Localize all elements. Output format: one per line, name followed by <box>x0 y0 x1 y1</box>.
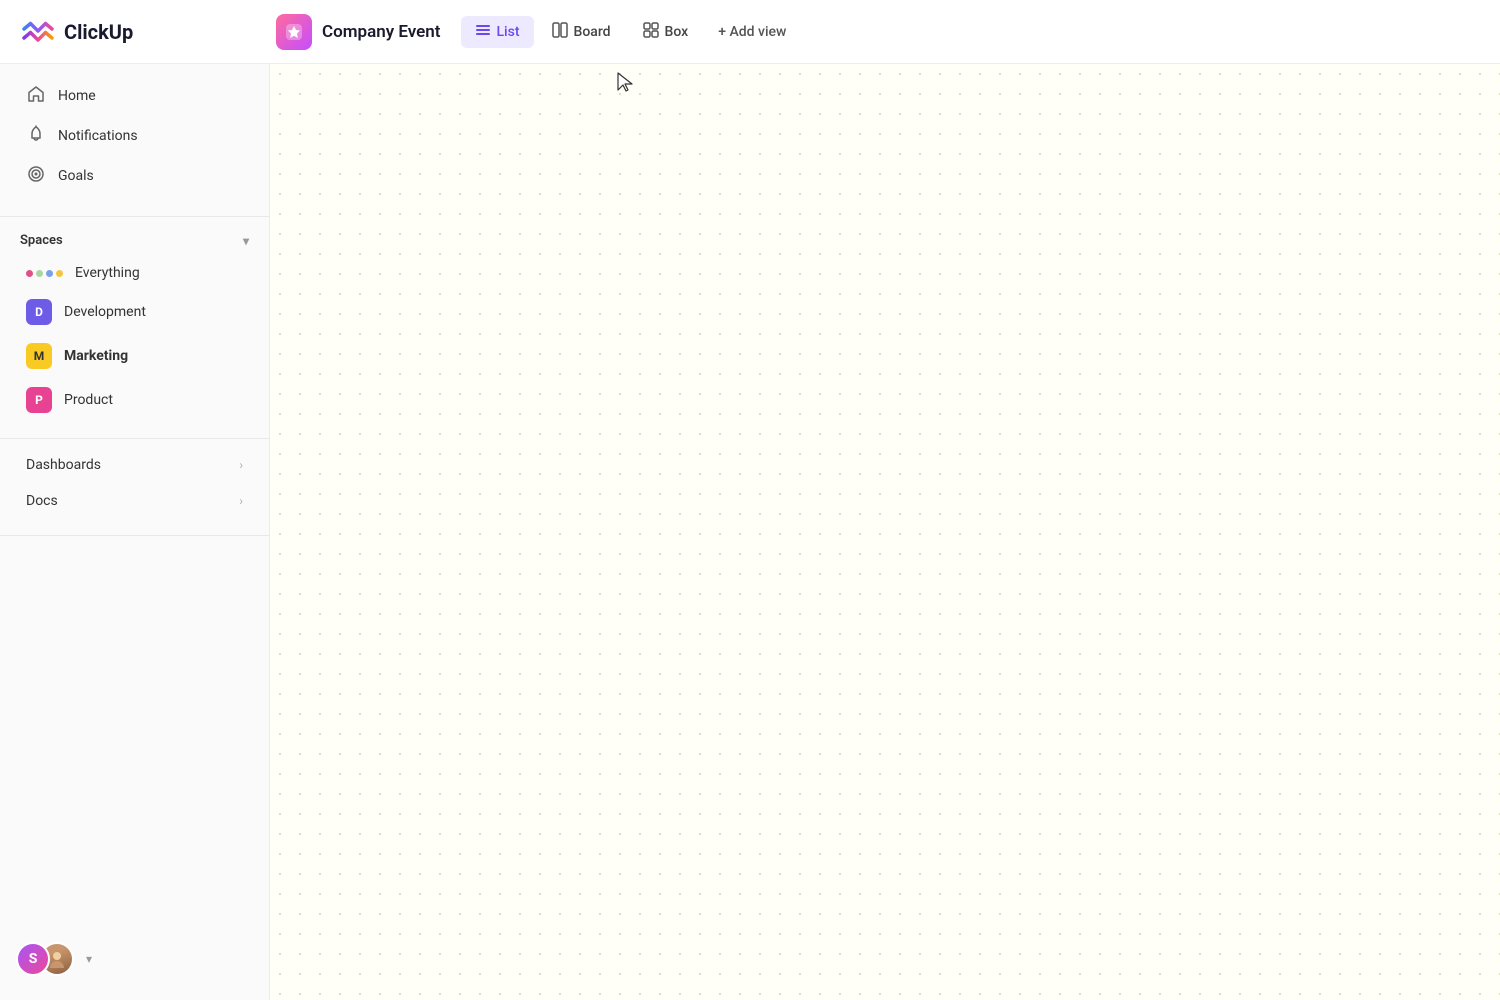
sidebar-item-notifications-label: Notifications <box>58 128 138 144</box>
tab-list-label: List <box>497 24 520 40</box>
tab-board-label: Board <box>574 24 611 40</box>
expandable-section: Dashboards › Docs › <box>0 447 269 527</box>
sidebar-item-product[interactable]: P Product <box>6 378 263 422</box>
divider-3 <box>0 535 269 536</box>
sidebar-item-everything[interactable]: Everything <box>6 256 263 290</box>
sidebar-item-development[interactable]: D Development <box>6 290 263 334</box>
spaces-chevron-icon: ▾ <box>243 234 249 248</box>
divider-1 <box>0 216 269 217</box>
logo-text: ClickUp <box>64 20 133 44</box>
sidebar-item-marketing[interactable]: M Marketing <box>6 334 263 378</box>
sidebar-item-home[interactable]: Home <box>6 76 263 116</box>
tab-list[interactable]: List <box>461 16 534 48</box>
logo-area: ClickUp <box>20 14 260 50</box>
marketing-badge-icon: M <box>26 343 52 369</box>
main-content-area <box>270 64 1500 1000</box>
sidebar-item-everything-label: Everything <box>75 265 140 281</box>
board-icon <box>552 22 568 42</box>
header-nav: Company Event List Board <box>276 14 1480 50</box>
sidebar-item-goals[interactable]: Goals <box>6 156 263 196</box>
box-icon <box>643 22 659 42</box>
sidebar-item-docs[interactable]: Docs › <box>6 483 263 519</box>
home-icon <box>26 85 46 107</box>
divider-2 <box>0 438 269 439</box>
main-layout: Home Notifications <box>0 64 1500 1000</box>
spaces-section: Spaces ▾ Everything D Developmen <box>0 225 269 430</box>
add-view-label: + Add view <box>718 24 786 40</box>
header: ClickUp Company Event List <box>0 0 1500 64</box>
project-name: Company Event <box>322 22 441 42</box>
sidebar-top-nav: Home Notifications <box>0 76 269 208</box>
sidebar-item-goals-label: Goals <box>58 168 94 184</box>
user-avatar-s: S <box>16 942 50 976</box>
sidebar-item-notifications[interactable]: Notifications <box>6 116 263 156</box>
goals-icon <box>26 165 46 187</box>
user-chevron-icon: ▾ <box>86 952 92 966</box>
avatar-stack: S <box>16 942 74 976</box>
user-avatar-initial: S <box>29 951 38 967</box>
sidebar-item-home-label: Home <box>58 88 96 104</box>
sidebar-item-development-label: Development <box>64 304 146 320</box>
sidebar-item-dashboards[interactable]: Dashboards › <box>6 447 263 483</box>
product-badge-icon: P <box>26 387 52 413</box>
clickup-logo-icon <box>20 14 56 50</box>
development-badge-icon: D <box>26 299 52 325</box>
user-area[interactable]: S ▾ <box>0 930 269 988</box>
sidebar: Home Notifications <box>0 64 270 1000</box>
bell-icon <box>26 125 46 147</box>
sidebar-item-product-label: Product <box>64 392 113 408</box>
tab-board[interactable]: Board <box>538 16 625 48</box>
docs-chevron-icon: › <box>239 494 243 508</box>
sidebar-item-marketing-label: Marketing <box>64 348 128 364</box>
list-icon <box>475 22 491 42</box>
tab-box-label: Box <box>665 24 689 40</box>
everything-dots-icon <box>26 270 63 277</box>
project-selector[interactable]: Company Event <box>276 14 441 50</box>
add-view-button[interactable]: + Add view <box>706 18 798 46</box>
spaces-label: Spaces <box>20 233 63 248</box>
tab-box[interactable]: Box <box>629 16 703 48</box>
project-icon <box>276 14 312 50</box>
spaces-header[interactable]: Spaces ▾ <box>0 225 269 256</box>
sidebar-item-docs-label: Docs <box>26 493 58 509</box>
dashboards-chevron-icon: › <box>239 458 243 472</box>
sidebar-item-dashboards-label: Dashboards <box>26 457 101 473</box>
